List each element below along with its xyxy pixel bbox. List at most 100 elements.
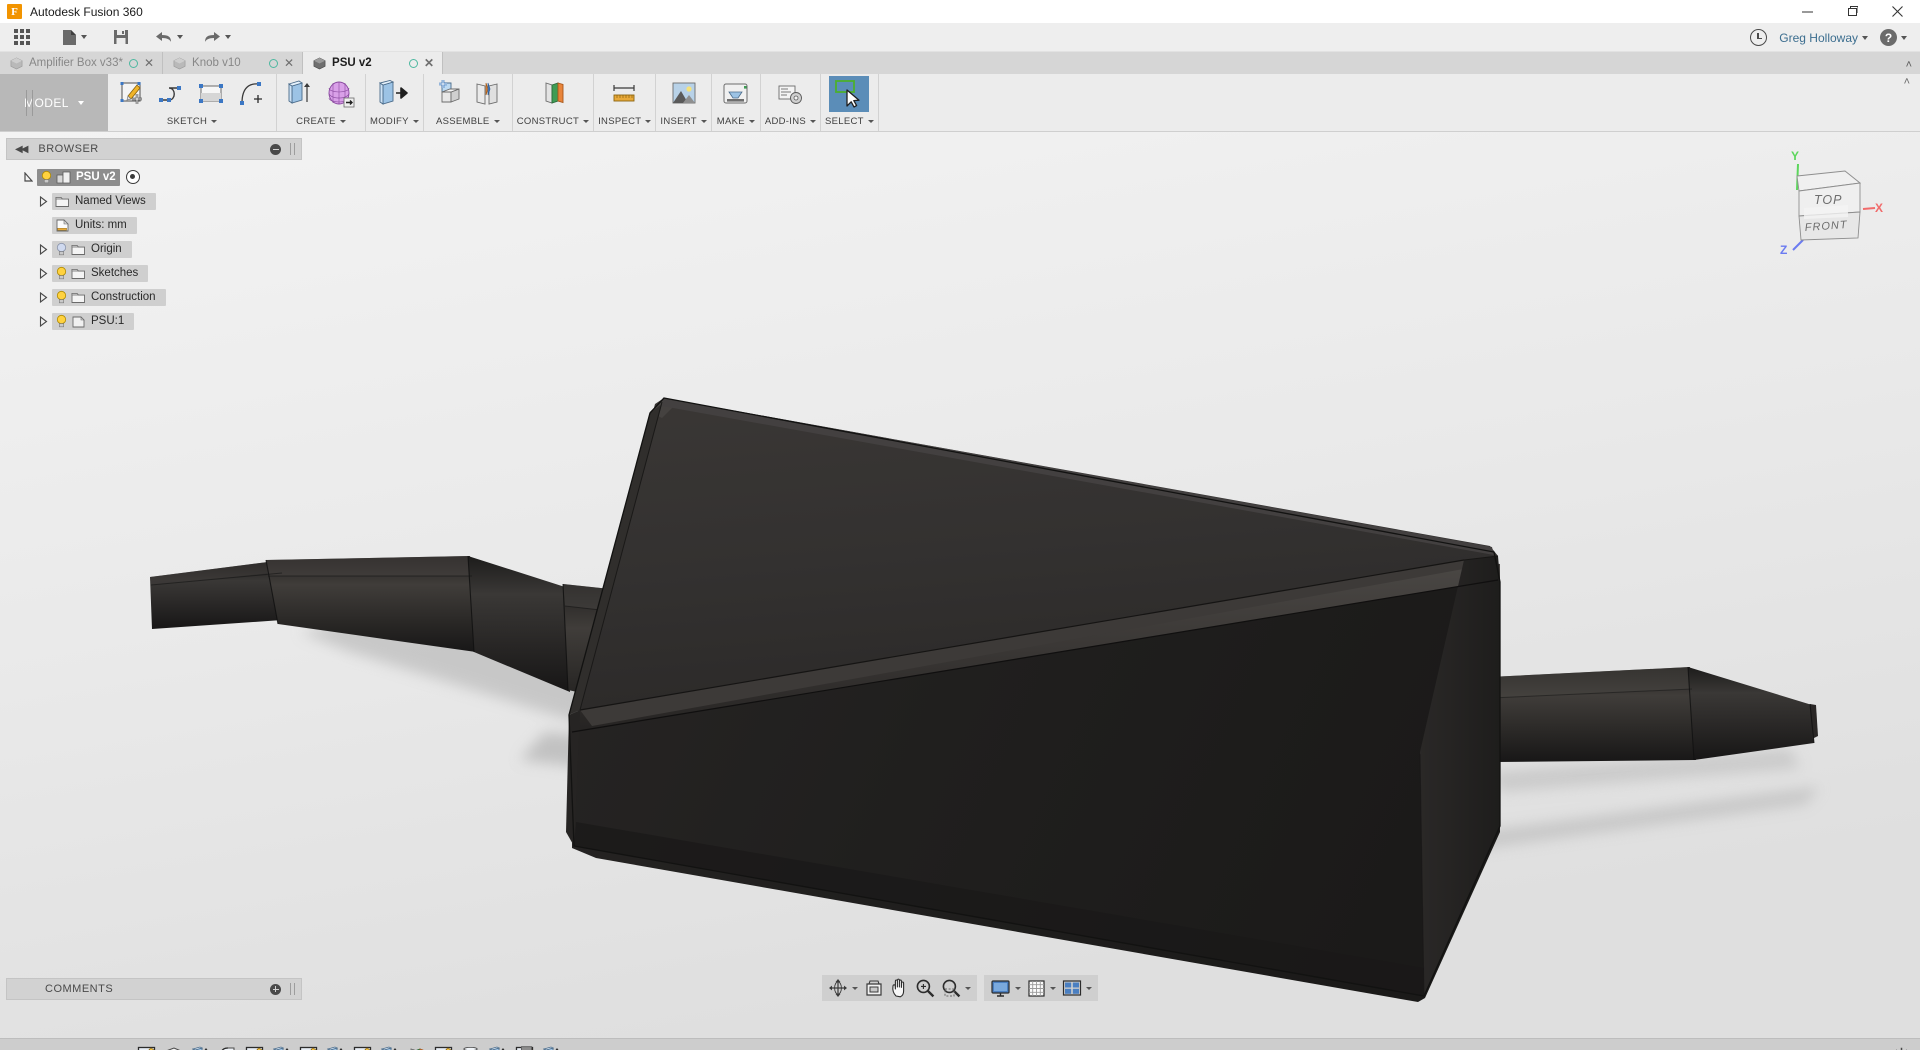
press-pull-button[interactable] xyxy=(374,76,414,112)
tree-node-origin[interactable]: Origin xyxy=(6,239,302,259)
measure-button[interactable] xyxy=(605,76,645,112)
light-bulb-icon[interactable] xyxy=(55,242,68,256)
resize-grip[interactable] xyxy=(290,143,295,155)
expand-arrow-icon[interactable] xyxy=(39,316,48,327)
timeline-feature-extrude[interactable] xyxy=(189,1045,211,1050)
timeline-feature-box[interactable] xyxy=(162,1045,184,1050)
timeline-feature-sketch[interactable] xyxy=(135,1045,157,1050)
job-status-button[interactable] xyxy=(1745,23,1772,52)
3d-print-button[interactable] xyxy=(716,76,756,112)
skip-to-end-button[interactable] xyxy=(101,1043,123,1050)
file-menu-button[interactable] xyxy=(57,23,92,52)
revolve-button[interactable] xyxy=(321,76,361,112)
timeline-feature-extrude-5[interactable] xyxy=(486,1045,508,1050)
step-forward-button[interactable] xyxy=(77,1043,99,1050)
timeline-feature-sketch-5[interactable] xyxy=(432,1045,454,1050)
collapse-browser-icon[interactable]: ◀◀ xyxy=(15,144,26,155)
play-button[interactable] xyxy=(53,1043,75,1050)
tree-node-psu-v2[interactable]: PSU v2 xyxy=(6,167,302,187)
comments-panel[interactable]: COMMENTS xyxy=(6,978,302,1000)
ribbon-panel-label-insert[interactable]: INSERT xyxy=(660,112,706,130)
display-settings-button[interactable] xyxy=(987,976,1024,1000)
add-comment-icon[interactable] xyxy=(270,984,281,995)
timeline-feature-sketch-3[interactable] xyxy=(297,1045,319,1050)
pan-button[interactable] xyxy=(887,976,912,1000)
timeline-feature-extrude-6[interactable] xyxy=(540,1045,562,1050)
view-cube[interactable]: Y X Z TOP FRONT xyxy=(1770,146,1888,256)
sketch-line-button[interactable] xyxy=(152,76,192,112)
document-tab-amplifier-box[interactable]: Amplifier Box v33* ✕ xyxy=(0,52,163,74)
ribbon-panel-label-inspect[interactable]: INSPECT xyxy=(598,112,651,130)
look-at-button[interactable] xyxy=(861,976,887,1000)
ribbon-panel-label-assemble[interactable]: ASSEMBLE xyxy=(436,112,500,130)
tree-node-units[interactable]: Units: mm xyxy=(6,215,302,235)
ribbon-panel-label-construct[interactable]: CONSTRUCT xyxy=(517,112,589,130)
light-bulb-icon[interactable] xyxy=(40,170,53,184)
new-component-button[interactable] xyxy=(428,76,468,112)
zoom-button[interactable] xyxy=(912,976,938,1000)
sketch-rectangle-button[interactable] xyxy=(192,76,232,112)
close-icon[interactable]: ✕ xyxy=(424,56,434,70)
timeline-feature-extrude-4[interactable] xyxy=(378,1045,400,1050)
scripts-addins-button[interactable] xyxy=(770,76,810,112)
sketch-arc-button[interactable] xyxy=(232,76,272,112)
visibility-toggle-icon[interactable] xyxy=(126,170,140,184)
joint-button[interactable] xyxy=(468,76,508,112)
document-tab-psu[interactable]: PSU v2 ✕ xyxy=(303,52,443,74)
step-back-button[interactable] xyxy=(29,1043,51,1050)
ribbon-panel-label-select[interactable]: SELECT xyxy=(825,112,874,130)
orbit-button[interactable] xyxy=(825,976,861,1000)
app-grid-button[interactable] xyxy=(0,23,35,52)
timeline-feature-sketch-2[interactable] xyxy=(243,1045,265,1050)
close-icon[interactable]: ✕ xyxy=(284,56,294,70)
light-bulb-icon[interactable] xyxy=(55,266,68,280)
redo-button[interactable] xyxy=(198,23,236,52)
insert-canvas-button[interactable] xyxy=(664,76,704,112)
ribbon-panel-label-addins[interactable]: ADD-INS xyxy=(765,112,816,130)
zoom-window-button[interactable] xyxy=(938,976,974,1000)
collapse-ribbon-chevron-icon[interactable]: ˄ xyxy=(1904,76,1910,88)
workspace-switcher[interactable]: MODEL xyxy=(0,74,108,131)
light-bulb-icon[interactable] xyxy=(55,290,68,304)
light-bulb-icon[interactable] xyxy=(55,314,68,328)
tree-node-psu-1[interactable]: PSU:1 xyxy=(6,311,302,331)
ribbon-panel-label-make[interactable]: MAKE xyxy=(717,112,755,130)
tree-node-sketches[interactable]: Sketches xyxy=(6,263,302,283)
collapse-tabs-chevron-icon[interactable]: ˄ xyxy=(1906,59,1912,71)
end-of-timeline-marker[interactable] xyxy=(521,1044,532,1050)
timeline-feature-shell[interactable] xyxy=(405,1045,427,1050)
undo-button[interactable] xyxy=(150,23,188,52)
extrude-button[interactable] xyxy=(281,76,321,112)
viewport-layout-button[interactable] xyxy=(1059,976,1095,1000)
create-sketch-button[interactable] xyxy=(112,76,152,112)
expand-arrow-icon[interactable] xyxy=(39,244,48,255)
select-button[interactable] xyxy=(829,76,869,112)
document-tab-knob[interactable]: Knob v10 ✕ xyxy=(163,52,303,74)
user-menu-button[interactable]: Greg Holloway xyxy=(1774,23,1873,52)
skip-to-start-button[interactable] xyxy=(5,1043,27,1050)
collapse-all-icon[interactable] xyxy=(270,144,281,155)
timeline-feature-extrude-3[interactable] xyxy=(324,1045,346,1050)
timeline-feature-fillet[interactable] xyxy=(216,1045,238,1050)
expand-arrow-icon[interactable] xyxy=(24,172,33,183)
maximize-button[interactable] xyxy=(1830,0,1875,23)
expand-arrow-icon[interactable] xyxy=(39,268,48,279)
offset-plane-button[interactable] xyxy=(533,76,573,112)
ribbon-panel-label-sketch[interactable]: SKETCH xyxy=(167,112,217,130)
timeline-feature-extrude-2[interactable] xyxy=(270,1045,292,1050)
resize-grip[interactable] xyxy=(290,983,295,995)
grid-snap-button[interactable] xyxy=(1024,976,1059,1000)
expand-arrow-icon[interactable] xyxy=(39,292,48,303)
timeline-feature-loft[interactable] xyxy=(459,1045,481,1050)
save-button[interactable] xyxy=(108,23,134,52)
close-icon[interactable]: ✕ xyxy=(144,56,154,70)
help-menu-button[interactable]: ? xyxy=(1875,23,1912,52)
expand-arrow-icon[interactable] xyxy=(39,196,48,207)
ribbon-panel-label-create[interactable]: CREATE xyxy=(296,112,346,130)
timeline-feature-sketch-4[interactable] xyxy=(351,1045,373,1050)
close-button[interactable] xyxy=(1875,0,1920,23)
minimize-button[interactable] xyxy=(1785,0,1830,23)
tree-node-construction[interactable]: Construction xyxy=(6,287,302,307)
tree-node-named-views[interactable]: Named Views xyxy=(6,191,302,211)
ribbon-panel-label-modify[interactable]: MODIFY xyxy=(370,112,419,130)
